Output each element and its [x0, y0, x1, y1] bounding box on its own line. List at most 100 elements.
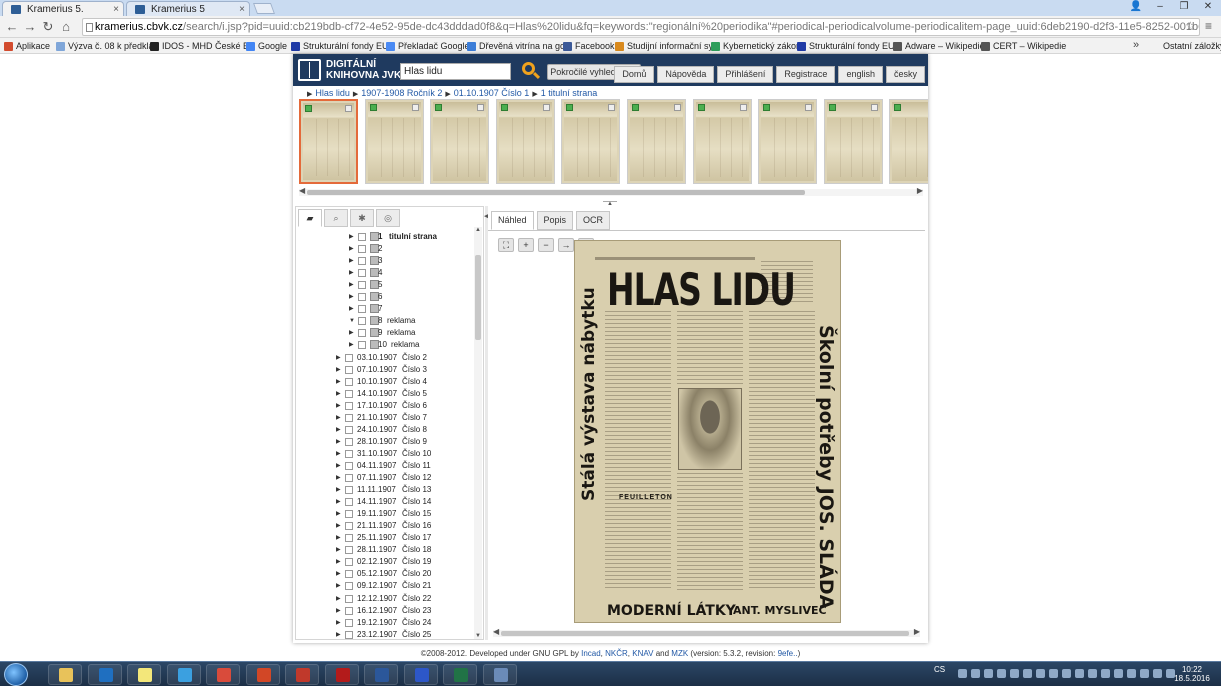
tree-issue-row[interactable]: ▶ 03.10.1907 Číslo 2 [336, 352, 471, 364]
breadcrumb-item[interactable]: Hlas lidu [315, 88, 350, 98]
tree-checkbox[interactable] [358, 281, 366, 290]
scroll-left-icon[interactable]: ◀ [493, 627, 499, 636]
menu-item[interactable]: Nápověda [657, 66, 715, 83]
tree-checkbox[interactable] [345, 582, 353, 591]
tray-icon[interactable] [997, 669, 1006, 678]
tree-issue-row[interactable]: ▶ 12.12.1907 Číslo 22 [336, 593, 471, 605]
tree-issue-row[interactable]: ▶ 19.12.1907 Číslo 24 [336, 617, 471, 629]
tree-issue-row[interactable]: ▶ 23.12.1907 Číslo 25 [336, 629, 471, 639]
tree-checkbox[interactable] [345, 486, 353, 495]
tree-checkbox[interactable] [345, 461, 353, 470]
expand-arrow-icon[interactable]: ▶ [336, 388, 341, 400]
tree-checkbox[interactable] [345, 377, 353, 386]
tree-checkbox[interactable] [345, 413, 353, 422]
address-bar[interactable]: kramerius.cbvk.cz/search/i.jsp?pid=uuid:… [82, 18, 1200, 36]
tree-page-row[interactable]: ▶ 6 [349, 291, 469, 303]
scroll-down-icon[interactable]: ▼ [474, 633, 482, 639]
expand-arrow-icon[interactable]: ▶ [336, 629, 341, 639]
acrobat-taskbar-button[interactable] [324, 664, 359, 685]
tree-issue-row[interactable]: ▶ 25.11.1907 Číslo 17 [336, 532, 471, 544]
tree-issue-row[interactable]: ▶ 21.11.1907 Číslo 16 [336, 520, 471, 532]
thumbnail-select-checkbox[interactable] [345, 105, 352, 112]
thumbnail-check-icon[interactable] [632, 104, 639, 111]
minimize-icon[interactable]: – [1151, 0, 1169, 14]
powerpoint-taskbar-button[interactable] [245, 664, 280, 685]
tree-checkbox[interactable] [345, 401, 353, 410]
tree-page-row[interactable]: ▶ 7 [349, 303, 469, 315]
footer-link-nkcr[interactable]: NKČR [605, 649, 628, 658]
forward-icon[interactable]: → [22, 19, 38, 35]
page-thumbnail[interactable] [758, 99, 818, 184]
bookmark-item[interactable]: Překladač Google [386, 40, 470, 52]
tree-page-row[interactable]: ▶ 5 [349, 279, 469, 291]
expand-arrow-icon[interactable]: ▶ [336, 364, 341, 376]
new-tab-button[interactable] [252, 3, 276, 14]
tab-preview[interactable]: Náhled [491, 211, 534, 230]
expand-arrow-icon[interactable]: ▶ [336, 617, 341, 629]
browser-menu-icon[interactable]: ≡ [1205, 19, 1212, 33]
scroll-up-icon[interactable]: ▲ [474, 227, 482, 233]
expand-arrow-icon[interactable]: ▶ [336, 508, 341, 520]
thumbnail-check-icon[interactable] [828, 104, 836, 111]
thumbnail-select-checkbox[interactable] [411, 104, 419, 111]
tree-page-row[interactable]: ▶ 9 reklama [349, 327, 469, 339]
bookmark-item[interactable]: Aplikace [4, 40, 50, 52]
tree-issue-row[interactable]: ▶ 11.11.1907 Číslo 13 [336, 484, 471, 496]
tree-checkbox[interactable] [345, 522, 353, 531]
expand-arrow-icon[interactable]: ▶ [349, 267, 354, 279]
tree-issue-row[interactable]: ▶ 14.11.1907 Číslo 14 [336, 496, 471, 508]
tree-issue-row[interactable]: ▶ 07.11.1907 Číslo 12 [336, 472, 471, 484]
tray-icon[interactable] [1127, 669, 1136, 678]
close-window-icon[interactable]: ✕ [1199, 0, 1217, 14]
expand-arrow-icon[interactable]: ▶ [349, 255, 354, 267]
close-tab-icon[interactable]: × [239, 2, 245, 17]
scrollbar-thumb[interactable] [307, 190, 805, 195]
fullscreen-icon[interactable]: ⛶ [498, 238, 514, 252]
zoom-in-icon[interactable]: + [518, 238, 534, 252]
expand-arrow-icon[interactable]: ▶ [336, 556, 341, 568]
page-thumbnail[interactable] [299, 99, 358, 184]
tree-issue-row[interactable]: ▶ 05.12.1907 Číslo 20 [336, 568, 471, 580]
tree-checkbox[interactable] [358, 329, 366, 338]
tree-issue-row[interactable]: ▶ 10.10.1907 Číslo 4 [336, 376, 471, 388]
folder-icon[interactable]: ▰ [298, 209, 322, 227]
tree-issue-row[interactable]: ▶ 14.10.1907 Číslo 5 [336, 388, 471, 400]
expand-arrow-icon[interactable]: ▶ [336, 460, 341, 472]
tray-icon[interactable] [1114, 669, 1123, 678]
expand-arrow-icon[interactable]: ▶ [336, 376, 341, 388]
tree-checkbox[interactable] [358, 293, 366, 302]
thumbnail-select-checkbox[interactable] [477, 104, 485, 111]
expand-arrow-icon[interactable]: ▶ [336, 472, 341, 484]
tree-checkbox[interactable] [358, 233, 366, 241]
expand-arrow-icon[interactable]: ▶ [336, 400, 341, 412]
home-icon[interactable]: ⌂ [58, 19, 74, 35]
expand-arrow-icon[interactable]: ▶ [349, 339, 354, 351]
network-tool-taskbar-button[interactable] [482, 664, 517, 685]
expand-arrow-icon[interactable]: ▶ [349, 279, 354, 291]
explorer-taskbar-button[interactable] [48, 664, 82, 685]
expand-arrow-icon[interactable]: ▶ [349, 243, 354, 255]
expand-arrow-icon[interactable]: ▶ [336, 568, 341, 580]
page-thumbnail[interactable] [627, 99, 686, 184]
tree-page-row[interactable]: ▶ 3 [349, 255, 469, 267]
start-button[interactable] [4, 663, 28, 686]
tree-checkbox[interactable] [345, 534, 353, 543]
thumbnail-check-icon[interactable] [435, 104, 443, 111]
bookmark-item[interactable]: IDOS - MHD České B [150, 40, 249, 52]
page-scan-image[interactable]: HLAS LIDU FEUILLETON Stálá výstava nábyt… [574, 240, 841, 623]
thumbnail-scrollbar[interactable]: ◀ ▶ [299, 186, 923, 196]
browser-tab-2[interactable]: Kramerius 5 × [126, 1, 250, 16]
other-bookmarks-folder[interactable]: Ostatní záložky [1151, 40, 1221, 52]
scrollbar-thumb[interactable] [501, 631, 909, 636]
expand-arrow-icon[interactable]: ▶ [336, 436, 341, 448]
system-clock[interactable]: 10:22 18.5.2016 [1172, 665, 1212, 683]
outlook-taskbar-button[interactable] [87, 664, 122, 685]
thumbnail-select-checkbox[interactable] [739, 104, 747, 111]
breadcrumb-item[interactable]: 1 titulní strana [541, 88, 598, 98]
scroll-left-icon[interactable]: ◀ [299, 186, 305, 195]
tree-checkbox[interactable] [358, 269, 366, 278]
tree-checkbox[interactable] [358, 317, 366, 326]
thumbnail-check-icon[interactable] [697, 104, 705, 111]
tree-page-row[interactable]: ▶ 1 titulní strana [349, 231, 469, 243]
footer-link-incad[interactable]: Incad [581, 649, 601, 658]
